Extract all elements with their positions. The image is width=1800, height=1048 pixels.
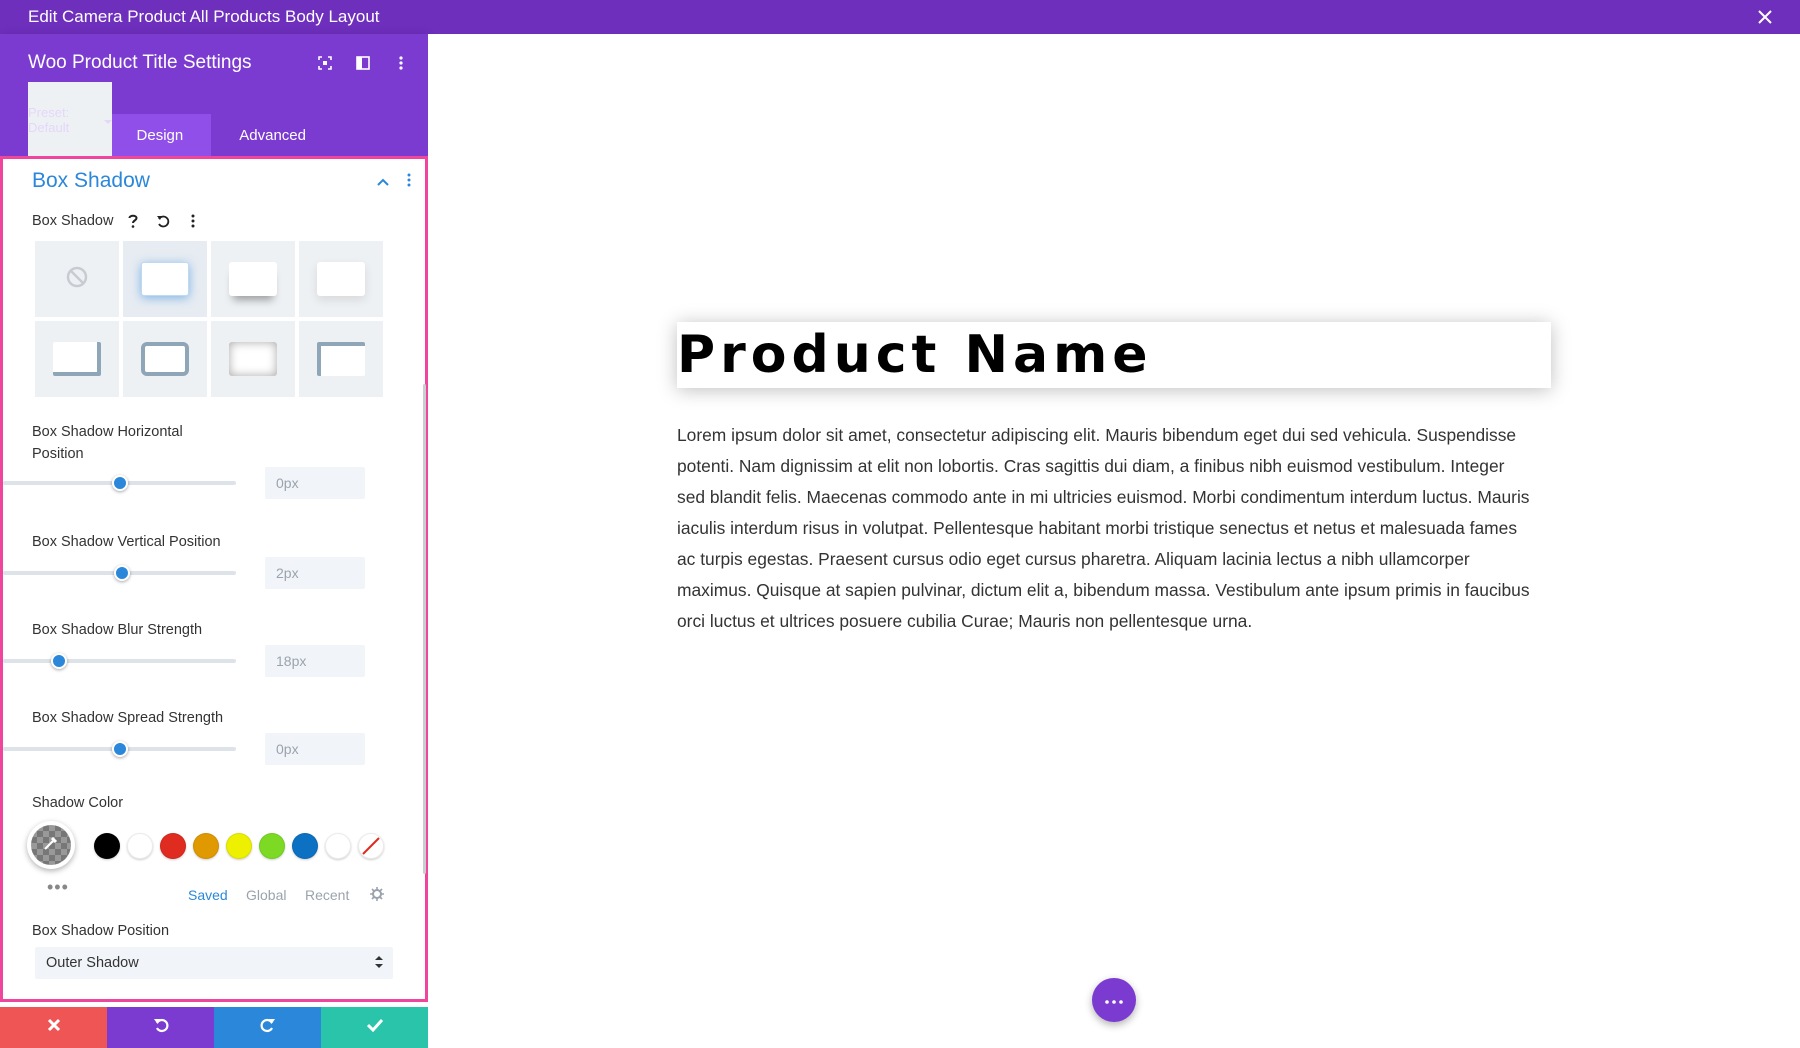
options-icon[interactable]: [183, 211, 203, 231]
discard-button[interactable]: [0, 1007, 107, 1048]
slider-track[interactable]: [3, 475, 236, 491]
tab-advanced[interactable]: Advanced: [211, 114, 334, 156]
slider-spread-strength: Box Shadow Spread Strength 0px: [3, 707, 425, 795]
section-more-icon[interactable]: [407, 173, 411, 192]
box-shadow-position-select[interactable]: Outer Shadow: [35, 947, 393, 979]
no-shadow-icon: [66, 266, 88, 293]
slider-handle[interactable]: [51, 653, 67, 669]
select-value: Outer Shadow: [46, 955, 139, 971]
swatch-blue[interactable]: [292, 833, 318, 859]
swatch-yellow[interactable]: [226, 833, 252, 859]
panel-header: Woo Product Title Settings Preset: Defau…: [0, 34, 428, 158]
section-header[interactable]: Box Shadow: [3, 159, 425, 203]
shadow-color-picker: ••• Saved Global Recent: [3, 811, 425, 911]
product-description: Lorem ipsum dolor sit amet, consectetur …: [677, 425, 1530, 631]
tab-design[interactable]: Design: [108, 114, 212, 156]
box-shadow-section: Box Shadow Box Shadow Box Shadow Horizon…: [0, 156, 428, 1002]
section-title: Box Shadow: [32, 169, 150, 192]
product-name-heading: Product Name: [677, 325, 1153, 385]
preset-inset[interactable]: [211, 321, 295, 397]
slider-track[interactable]: [3, 653, 236, 669]
redo-icon: [260, 1017, 276, 1038]
preset-label: Preset: Default: [28, 105, 70, 135]
swatch-orange[interactable]: [193, 833, 219, 859]
slider-track[interactable]: [3, 565, 236, 581]
slider-label: Box Shadow Blur Strength: [32, 622, 203, 638]
color-picker-button[interactable]: [27, 821, 75, 869]
panel-scrollbar[interactable]: [423, 384, 426, 874]
slider-handle[interactable]: [112, 475, 128, 491]
preset-subtle[interactable]: [299, 241, 383, 317]
swatch-white-2[interactable]: [325, 833, 351, 859]
slider-handle[interactable]: [114, 565, 130, 581]
swatch-red[interactable]: [160, 833, 186, 859]
slider-vertical-position: Box Shadow Vertical Position 2px: [3, 531, 425, 619]
help-icon[interactable]: [123, 211, 143, 231]
value-input[interactable]: 0px: [265, 733, 365, 765]
preset-outline[interactable]: [123, 321, 207, 397]
close-icon[interactable]: [1752, 4, 1778, 30]
shadow-color-label: Shadow Color: [32, 795, 124, 811]
value-input[interactable]: 0px: [265, 467, 365, 499]
preset-drop[interactable]: [211, 241, 295, 317]
panel-footer: [0, 1007, 428, 1048]
chevron-up-icon[interactable]: [377, 173, 389, 191]
slider-label: Box Shadow Spread Strength: [32, 710, 224, 726]
color-tab-saved[interactable]: Saved: [188, 887, 228, 903]
swatch-black[interactable]: [94, 833, 120, 859]
value-input[interactable]: 2px: [265, 557, 365, 589]
discard-icon: [47, 1018, 61, 1037]
swatch-white[interactable]: [127, 833, 153, 859]
box-shadow-position-label: Box Shadow Position: [32, 923, 170, 939]
settings-panel: Woo Product Title Settings Preset: Defau…: [0, 34, 428, 1048]
swatch-transparent[interactable]: [358, 833, 384, 859]
box-shadow-presets: [3, 241, 425, 397]
slider-handle[interactable]: [112, 741, 128, 757]
window-titlebar: Edit Camera Product All Products Body La…: [0, 0, 1800, 34]
reset-icon[interactable]: [153, 211, 173, 231]
fullscreen-icon[interactable]: [316, 54, 334, 72]
preset-none[interactable]: [35, 241, 119, 317]
more-colors-icon[interactable]: •••: [47, 877, 69, 898]
box-shadow-label-row: Box Shadow: [3, 207, 425, 235]
save-check-icon: [366, 1018, 383, 1037]
slider-label: Box Shadow Vertical Position: [32, 534, 221, 550]
undo-button[interactable]: [107, 1007, 214, 1048]
color-tab-recent[interactable]: Recent: [305, 887, 349, 903]
caret-down-icon: [104, 113, 112, 128]
slider-horizontal-position: Box Shadow Horizontal Position 0px: [3, 421, 425, 531]
preset-dropdown[interactable]: Preset: Default: [28, 82, 112, 158]
eyedropper-icon: [42, 834, 60, 857]
undo-icon: [153, 1017, 169, 1038]
swatch-green[interactable]: [259, 833, 285, 859]
preset-corner-tl[interactable]: [299, 321, 383, 397]
slider-label: Box Shadow Horizontal Position: [32, 424, 183, 462]
more-vertical-icon[interactable]: [392, 54, 410, 72]
preset-corner-br[interactable]: [35, 321, 119, 397]
value-input[interactable]: 18px: [265, 645, 365, 677]
redo-button[interactable]: [214, 1007, 321, 1048]
gear-icon[interactable]: [370, 887, 384, 904]
page-settings-button[interactable]: [1092, 978, 1136, 1022]
more-horizontal-icon: [1105, 991, 1123, 1009]
preset-soft-glow[interactable]: [123, 241, 207, 317]
split-view-icon[interactable]: [354, 54, 372, 72]
box-shadow-label: Box Shadow: [32, 213, 114, 229]
slider-track[interactable]: [3, 741, 236, 757]
color-tab-global[interactable]: Global: [246, 887, 286, 903]
window-title: Edit Camera Product All Products Body La…: [28, 7, 380, 26]
save-button[interactable]: [321, 1007, 428, 1048]
select-arrows-icon: [375, 955, 383, 973]
slider-blur-strength: Box Shadow Blur Strength 18px: [3, 619, 425, 707]
